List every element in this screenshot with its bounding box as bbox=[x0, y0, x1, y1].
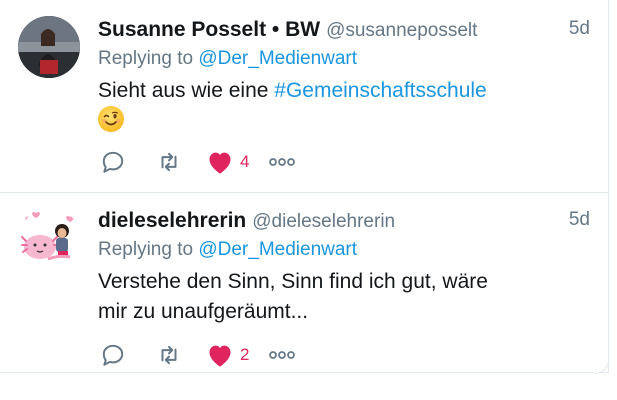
retweet-icon bbox=[161, 345, 177, 365]
like-button[interactable]: 2 bbox=[206, 342, 268, 368]
tweet-content: dieleselehrerin @dieleselehrerin 5d Reply… bbox=[98, 209, 590, 327]
replying-to: Replying to @Der_Medienwart bbox=[98, 239, 590, 267]
user-handle[interactable]: @susanneposselt bbox=[326, 20, 477, 41]
card-right-border bbox=[608, 0, 609, 372]
more-button[interactable] bbox=[268, 156, 296, 168]
tweet-text-body: Sieht aus wie eine bbox=[98, 79, 275, 102]
more-button[interactable] bbox=[268, 349, 296, 361]
replying-to-link[interactable]: @Der_Medienwart bbox=[198, 48, 357, 69]
retweet-button[interactable] bbox=[156, 149, 206, 175]
winking-face-emoji-icon bbox=[98, 106, 124, 132]
tweet-text-line: mir zu unaufgeräumt... bbox=[98, 300, 309, 323]
replying-prefix: Replying to bbox=[98, 239, 194, 260]
tweet-content: Susanne Posselt • BW @susanneposselt 5d R… bbox=[98, 18, 590, 136]
retweet-button[interactable] bbox=[156, 342, 206, 368]
heart-icon bbox=[209, 345, 231, 367]
card-bottom-border bbox=[0, 372, 609, 373]
hashtag-link[interactable]: #Gemeinschaftsschule bbox=[274, 79, 486, 102]
user-handle[interactable]: @dieleselehrerin bbox=[252, 211, 395, 232]
retweet-icon bbox=[161, 152, 177, 172]
tweet-actions: 4 bbox=[100, 149, 296, 175]
reply-icon bbox=[102, 344, 124, 366]
display-name[interactable]: Susanne Posselt • BW bbox=[98, 18, 320, 41]
replying-to-link[interactable]: @Der_Medienwart bbox=[198, 239, 357, 260]
reply-tweet[interactable]: Susanne Posselt • BW @susanneposselt 5d R… bbox=[0, 0, 608, 192]
replying-to: Replying to @Der_Medienwart bbox=[98, 48, 590, 76]
avatar[interactable] bbox=[18, 207, 80, 269]
timestamp[interactable]: 5d bbox=[569, 18, 590, 40]
reply-tweet[interactable]: dieleselehrerin @dieleselehrerin 5d Reply… bbox=[0, 193, 608, 372]
tweet-text-line: Verstehe den Sinn, Sinn find ich gut, wä… bbox=[98, 270, 488, 293]
display-name[interactable]: dieleselehrerin bbox=[98, 209, 246, 232]
more-dots-icon bbox=[269, 158, 295, 166]
tweet-header: dieleselehrerin @dieleselehrerin 5d bbox=[98, 209, 590, 239]
replying-prefix: Replying to bbox=[98, 48, 194, 69]
tweet-text: Verstehe den Sinn, Sinn find ich gut, wä… bbox=[98, 267, 590, 327]
more-dots-icon bbox=[269, 351, 295, 359]
reply-icon bbox=[102, 151, 124, 173]
reply-button[interactable] bbox=[100, 342, 156, 368]
tweet-header: Susanne Posselt • BW @susanneposselt 5d bbox=[98, 18, 590, 48]
avatar[interactable] bbox=[18, 16, 80, 78]
tweet-actions: 2 bbox=[100, 342, 296, 368]
like-count: 4 bbox=[240, 152, 250, 171]
like-button[interactable]: 4 bbox=[206, 149, 268, 175]
reply-button[interactable] bbox=[100, 149, 156, 175]
tweet-text: Sieht aus wie eine #Gemeinschaftsschule bbox=[98, 76, 590, 136]
timestamp[interactable]: 5d bbox=[569, 209, 590, 231]
heart-icon bbox=[209, 152, 231, 174]
like-count: 2 bbox=[240, 345, 250, 364]
